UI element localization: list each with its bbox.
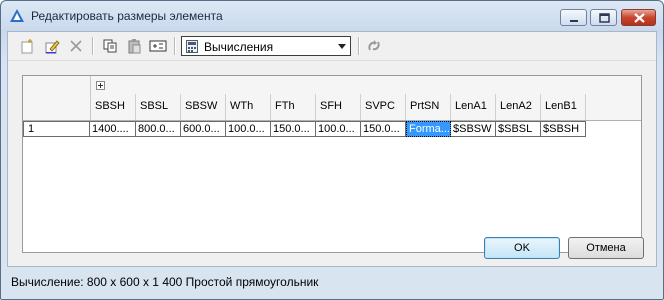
paste-icon <box>128 39 141 54</box>
copy-icon <box>103 39 117 53</box>
new-row-button[interactable] <box>17 37 37 55</box>
column-header-sfh[interactable]: SFH <box>316 94 361 120</box>
cell-prtsn-selected[interactable]: Forma... <box>406 121 451 137</box>
expand-plus-icon[interactable] <box>96 81 105 90</box>
status-bar: Вычисление: 800 x 600 x 1 400 Простой пр… <box>7 271 657 293</box>
new-row-icon <box>21 39 33 54</box>
toolbar: Вычисления <box>8 32 656 61</box>
ok-button[interactable]: OK <box>484 237 560 259</box>
chevron-down-icon <box>338 44 346 49</box>
column-header-lenb1[interactable]: LenB1 <box>541 94 586 120</box>
close-icon <box>634 13 645 23</box>
row-number[interactable]: 1 <box>23 121 90 137</box>
copy-button[interactable] <box>100 37 120 55</box>
paste-button[interactable] <box>124 37 144 55</box>
column-header-sbsl[interactable]: SBSL <box>136 94 181 120</box>
refresh-button[interactable] <box>364 37 384 55</box>
mode-select-value: Вычисления <box>204 40 274 54</box>
insert-value-button[interactable] <box>148 37 168 55</box>
maximize-button[interactable] <box>590 9 617 26</box>
cell-lena2[interactable]: $SBSL <box>496 121 541 137</box>
cell-svpc[interactable]: 150.0... <box>361 121 406 137</box>
table-row[interactable]: 1 1400.... 800.0... 600.0... 100.0... 15… <box>23 121 641 137</box>
column-header-lena1[interactable]: LenA1 <box>451 94 496 120</box>
insert-value-icon <box>149 40 167 52</box>
column-header-wth[interactable]: WTh <box>226 94 271 120</box>
mode-select[interactable]: Вычисления <box>181 36 351 56</box>
delete-x-icon <box>70 40 82 52</box>
column-header-prtsn[interactable]: PrtSN <box>406 94 451 120</box>
edit-row-button[interactable] <box>42 37 62 55</box>
window-title: Редактировать размеры элемента <box>31 9 223 23</box>
cell-wth[interactable]: 100.0... <box>226 121 271 137</box>
column-header-sbsh[interactable]: SBSH <box>91 94 136 120</box>
toolbar-separator <box>174 37 176 55</box>
column-header-lena2[interactable]: LenA2 <box>496 94 541 120</box>
column-header-svpc[interactable]: SVPC <box>361 94 406 120</box>
minimize-button[interactable] <box>560 9 587 26</box>
app-logo-icon <box>10 9 24 22</box>
toolbar-separator <box>358 37 360 55</box>
cell-sbsw[interactable]: 600.0... <box>181 121 226 137</box>
cell-sbsh[interactable]: 1400.... <box>90 121 136 137</box>
cell-lena1[interactable]: $SBSW <box>451 121 496 137</box>
cell-lenb1[interactable]: $SBSH <box>541 121 586 137</box>
cancel-button[interactable]: Отмена <box>568 237 644 259</box>
parameters-grid[interactable]: SBSH SBSL SBSW WTh FTh SFH SVPC PrtSN Le… <box>22 75 642 253</box>
delete-button[interactable] <box>66 37 86 55</box>
dialog-window: Редактировать размеры элемента Вычислени… <box>0 0 664 300</box>
grid-header: SBSH SBSL SBSW WTh FTh SFH SVPC PrtSN Le… <box>23 76 641 121</box>
close-button[interactable] <box>621 9 656 26</box>
cell-sfh[interactable]: 100.0... <box>316 121 361 137</box>
column-header-sbsw[interactable]: SBSW <box>181 94 226 120</box>
maximize-icon <box>599 13 610 23</box>
cell-sbsl[interactable]: 800.0... <box>136 121 181 137</box>
status-text: Вычисление: 800 x 600 x 1 400 Простой пр… <box>11 275 319 289</box>
minimize-icon <box>570 20 578 22</box>
row-header-corner <box>23 76 91 120</box>
refresh-icon <box>368 40 380 51</box>
calculator-icon <box>186 40 198 53</box>
column-header-fth[interactable]: FTh <box>271 94 316 120</box>
dialog-client: Вычисления SBSH SBSL SBSW WTh FTh SFH SV… <box>7 31 657 267</box>
title-bar[interactable]: Редактировать размеры элемента <box>1 1 663 31</box>
toolbar-separator <box>92 37 94 55</box>
cell-fth[interactable]: 150.0... <box>271 121 316 137</box>
edit-pencil-icon <box>45 40 60 54</box>
